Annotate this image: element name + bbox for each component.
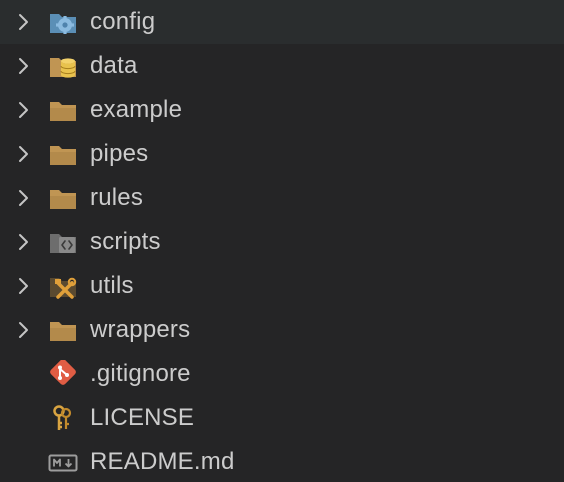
file-explorer-tree: config data example pipes rules scripts …: [0, 0, 564, 482]
folder-row-data[interactable]: data: [0, 44, 564, 88]
folder-config-icon: [50, 14, 76, 34]
folder-row-scripts[interactable]: scripts: [0, 220, 564, 264]
folder-label-utils: utils: [90, 272, 134, 299]
file-label-readme: README.md: [90, 448, 235, 475]
file-label-gitignore: .gitignore: [90, 360, 191, 387]
chevron-right-icon[interactable]: [14, 11, 34, 33]
git-icon: [50, 360, 76, 385]
folder-row-config[interactable]: config: [0, 0, 564, 44]
file-row-readme[interactable]: README.md: [0, 440, 564, 482]
chevron-right-icon[interactable]: [14, 275, 34, 297]
folder-label-pipes: pipes: [90, 140, 149, 167]
folder-row-wrappers[interactable]: wrappers: [0, 308, 564, 352]
folder-label-data: data: [90, 52, 138, 79]
folder-row-example[interactable]: example: [0, 88, 564, 132]
folder-label-example: example: [90, 96, 183, 123]
folder-icon: [50, 322, 76, 341]
folder-row-pipes[interactable]: pipes: [0, 132, 564, 176]
markdown-icon: [48, 454, 78, 472]
chevron-right-icon[interactable]: [14, 143, 34, 165]
folder-database-icon: [50, 58, 76, 78]
file-label-license: LICENSE: [90, 404, 195, 431]
folder-label-scripts: scripts: [90, 228, 161, 255]
folder-tools-icon: [50, 277, 77, 299]
folder-icon: [50, 190, 76, 209]
license-key-icon: [53, 405, 72, 430]
folder-icon: [50, 102, 76, 121]
folder-scripts-icon: [50, 234, 76, 253]
chevron-right-icon[interactable]: [14, 55, 34, 77]
folder-icon: [50, 146, 76, 165]
folder-label-config: config: [90, 8, 156, 35]
folder-label-wrappers: wrappers: [90, 316, 191, 343]
file-row-gitignore[interactable]: .gitignore: [0, 352, 564, 396]
file-row-license[interactable]: LICENSE: [0, 396, 564, 440]
chevron-right-icon[interactable]: [14, 319, 34, 341]
folder-label-rules: rules: [90, 184, 144, 211]
chevron-right-icon[interactable]: [14, 99, 34, 121]
folder-row-utils[interactable]: utils: [0, 264, 564, 308]
chevron-right-icon[interactable]: [14, 231, 34, 253]
folder-row-rules[interactable]: rules: [0, 176, 564, 220]
chevron-right-icon[interactable]: [14, 187, 34, 209]
